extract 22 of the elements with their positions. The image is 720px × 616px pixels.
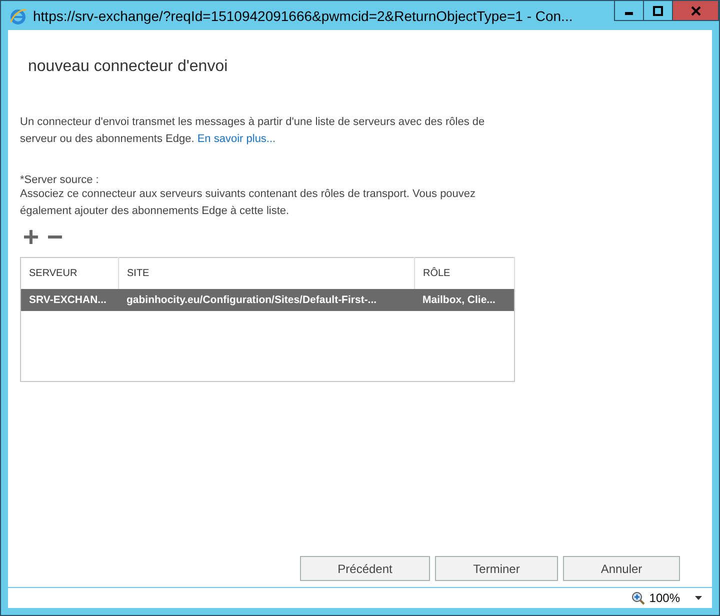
intro-paragraph: Un connecteur d'envoi transmet les messages à partir d'une liste de serveurs avec des rôles de serveur ou des abonnements Edge. En savoir plus... bbox=[20, 115, 486, 146]
browser-logo-icon bbox=[9, 6, 27, 24]
dialog-button[interactable]: Annuler bbox=[563, 556, 680, 581]
maximize-icon bbox=[653, 6, 663, 16]
table-cell: Mailbox, Clie... bbox=[414, 289, 514, 311]
table-cell: SRV-EXCHAN... bbox=[20, 289, 118, 311]
minimize-icon bbox=[625, 12, 633, 15]
add-icon[interactable] bbox=[23, 229, 39, 245]
field-description: Associez ce connecteur aux serveurs suivants contenant des rôles de transport. Vous pouvez également ajouter des abonnements Edge à cette liste. bbox=[20, 187, 477, 218]
table-row[interactable]: SRV-EXCHAN... gabinhocity.eu/Configuration/Sites/Default-First-... Mailbox, Clie... bbox=[20, 289, 514, 311]
window-title: https://srv-exchange/?reqId=1510942091666&pwmcid=2&ReturnObjectType=1 - Con... bbox=[33, 8, 574, 24]
zoom-icon[interactable] bbox=[631, 591, 646, 605]
dialog-button[interactable]: Terminer bbox=[435, 556, 558, 581]
dialog-button[interactable]: Précédent bbox=[300, 556, 430, 581]
field-label: *Server source : bbox=[20, 174, 100, 186]
close-icon bbox=[690, 6, 700, 16]
page-title: nouveau connecteur d'envoi bbox=[28, 58, 229, 76]
learn-more-link[interactable]: En savoir plus... bbox=[197, 132, 276, 144]
zoom-level: 100% bbox=[649, 591, 680, 605]
table-cell: gabinhocity.eu/Configuration/Sites/Default-First-... bbox=[118, 289, 414, 311]
minimize-button[interactable] bbox=[614, 1, 644, 21]
close-button[interactable] bbox=[672, 1, 719, 21]
